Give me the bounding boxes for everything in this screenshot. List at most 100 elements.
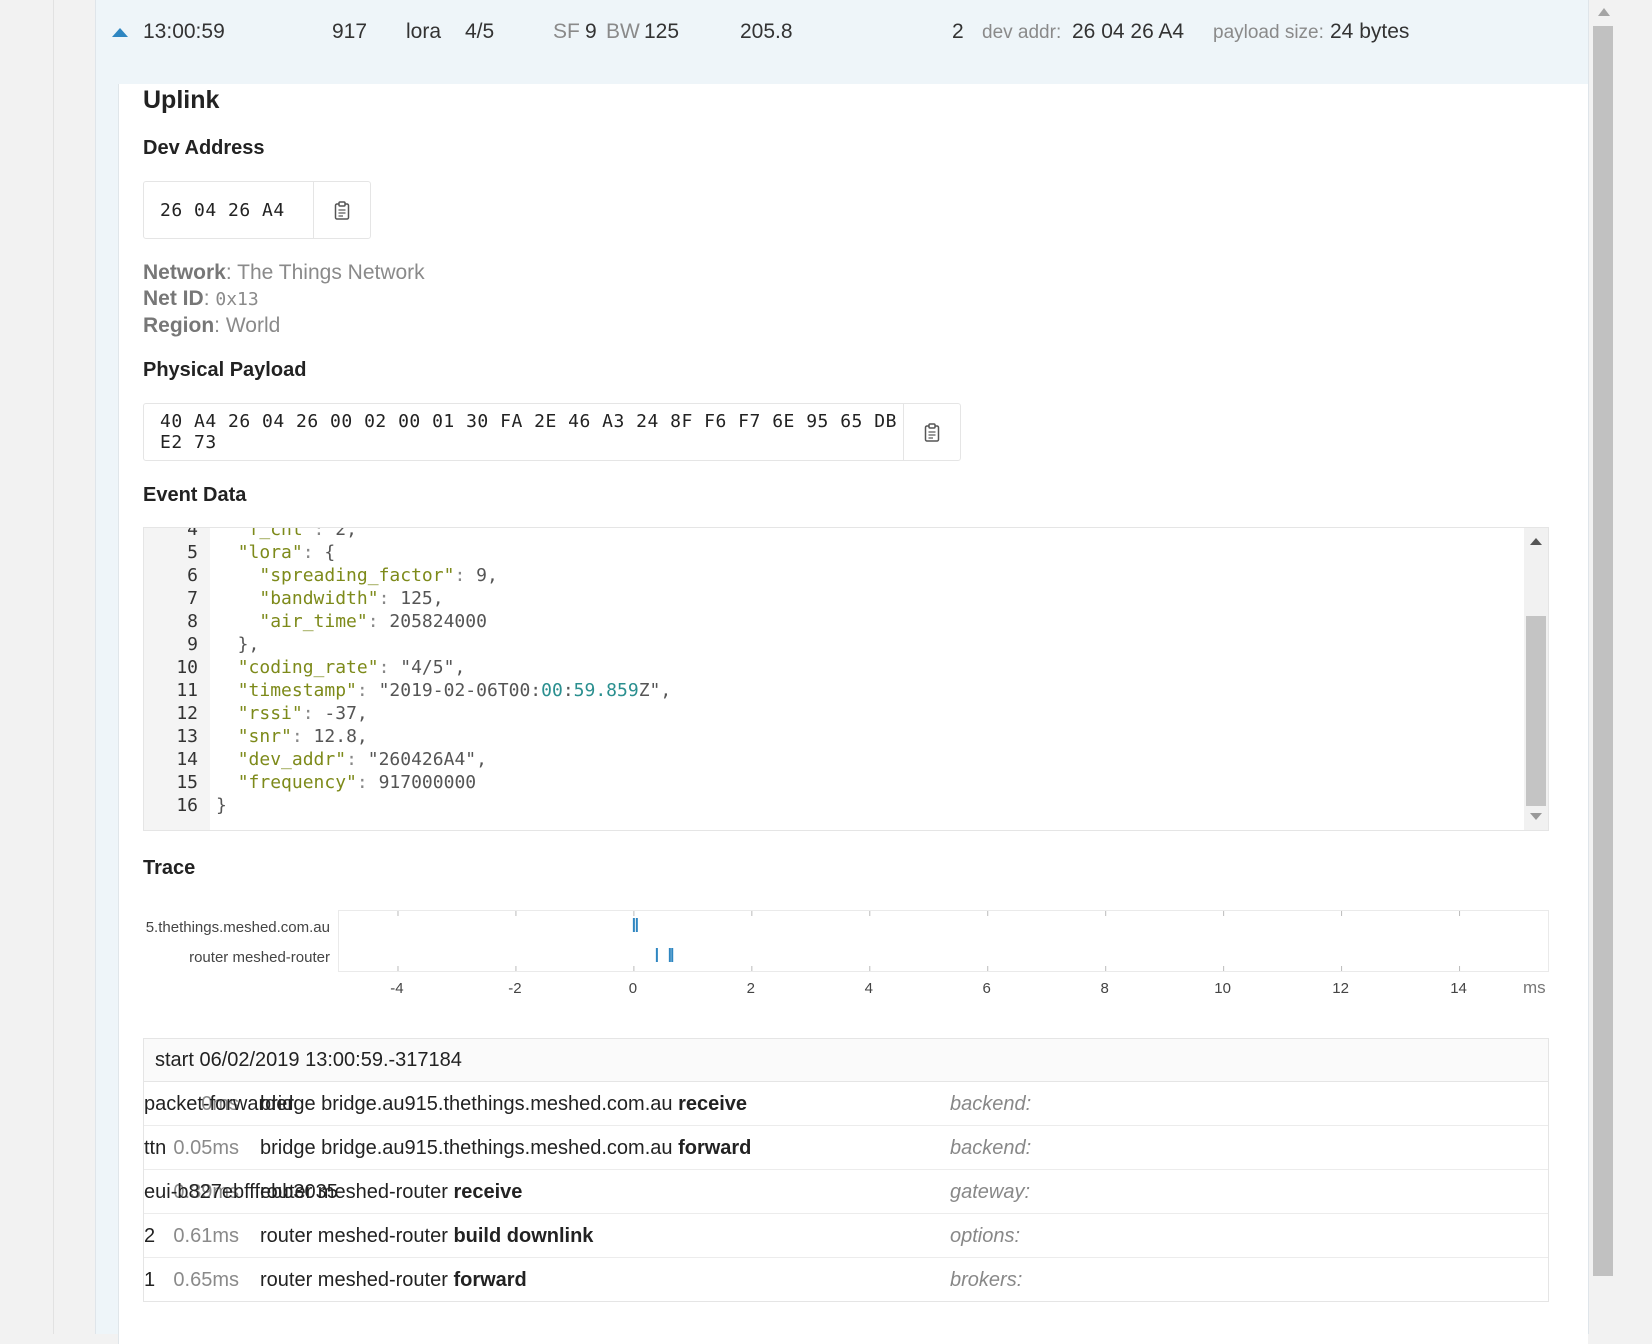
- summary-sf-value: 9: [585, 20, 597, 43]
- line-number: 10: [176, 657, 198, 678]
- region-line: Region: World: [143, 313, 425, 339]
- trace-event-mark[interactable]: [655, 948, 658, 962]
- trace-tick-label: 10: [1214, 980, 1231, 997]
- event-meta-key: backend:: [950, 1137, 1032, 1159]
- editor-scroll-thumb[interactable]: [1526, 616, 1546, 806]
- event-description: router meshed-router forward: [260, 1269, 527, 1292]
- line-number: 13: [176, 726, 198, 747]
- line-number: 6: [187, 565, 198, 586]
- trace-tick-label: 2: [746, 980, 755, 997]
- region-label: Region: [143, 314, 215, 337]
- line-number: 9: [187, 634, 198, 655]
- summary-time: 13:00:59: [143, 20, 225, 43]
- code-text: "snr": 12.8,: [237, 726, 368, 747]
- scroll-up-icon[interactable]: [1598, 8, 1610, 16]
- code-text: "bandwidth": 125,: [259, 588, 444, 609]
- code-text: "air_time": 205824000: [259, 611, 487, 632]
- summary-modulation: lora: [406, 20, 442, 43]
- trace-tick-label: 8: [1100, 980, 1109, 997]
- editor-scrollbar[interactable]: [1524, 528, 1548, 830]
- clipboard-icon: [334, 200, 350, 220]
- event-action: forward: [678, 1137, 752, 1159]
- netid-value: 0x13: [215, 289, 259, 310]
- code-text: "spreading_factor": 9,: [259, 565, 498, 586]
- event-meta-value: packet-forwarder: [144, 1093, 295, 1115]
- code-text: },: [216, 634, 260, 655]
- summary-payload-size: 24 bytes: [1330, 20, 1410, 43]
- summary-bw-label: BW: [606, 20, 640, 43]
- code-text: "f_cnt": 2,: [237, 527, 357, 540]
- event-meta-key: gateway:: [950, 1181, 1031, 1203]
- left-pane: [0, 0, 54, 1334]
- summary-coding-rate: 4/5: [465, 20, 495, 43]
- event-time: 0.65ms: [173, 1269, 239, 1291]
- dev-address-copy-button[interactable]: [313, 182, 370, 238]
- event-meta-key: backend:: [950, 1093, 1032, 1115]
- event-component: bridge bridge.au915.thethings.meshed.com…: [260, 1137, 673, 1159]
- trace-event-row: 0.61ms router meshed-router build downlin…: [144, 1214, 1548, 1258]
- trace-tick-label: 14: [1450, 980, 1467, 997]
- trace-event-mark[interactable]: [632, 918, 635, 932]
- event-component: bridge bridge.au915.thethings.meshed.com…: [260, 1093, 673, 1115]
- scroll-down-icon[interactable]: [1530, 813, 1542, 820]
- code-text: "rssi": -37,: [237, 703, 368, 724]
- scroll-up-icon[interactable]: [1530, 538, 1542, 545]
- code-text: "coding_rate": "4/5",: [237, 657, 466, 678]
- trace-heading: Trace: [143, 857, 196, 879]
- line-number: 14: [176, 749, 198, 770]
- trace-event-mark[interactable]: [671, 948, 674, 962]
- page-scrollbar[interactable]: [1590, 0, 1617, 1334]
- trace-tick-label: -4: [390, 980, 404, 997]
- trace-start: start 06/02/2019 13:00:59.-317184: [144, 1039, 1548, 1082]
- physical-payload-box: 40 A4 26 04 26 00 02 00 01 30 FA 2E 46 A…: [143, 403, 961, 461]
- event-description: router meshed-router build downlink: [260, 1225, 593, 1248]
- trace-event-mark[interactable]: [668, 948, 671, 962]
- network-label: Network: [143, 261, 226, 284]
- line-number: 12: [176, 703, 198, 724]
- event-meta-key: brokers:: [950, 1269, 1023, 1291]
- line-number: 8: [187, 611, 198, 632]
- uplink-summary-row[interactable]: 13:00:59 917 lora 4/5 SF 9 BW 125 205.8 …: [95, 0, 1587, 64]
- code-text: "frequency": 917000000: [237, 772, 477, 793]
- page-scroll-thumb[interactable]: [1593, 26, 1613, 1276]
- trace-tick-label: 4: [864, 980, 873, 997]
- event-meta-value: eui-b827ebfffebb3035: [144, 1181, 338, 1203]
- chevron-up-icon[interactable]: [112, 28, 128, 37]
- event-action: build downlink: [453, 1225, 594, 1247]
- line-number: 11: [176, 680, 198, 701]
- code-text: "timestamp": "2019-02-06T00:00:59.859Z",: [237, 680, 672, 701]
- uplink-title: Uplink: [143, 86, 220, 114]
- event-description: bridge bridge.au915.thethings.meshed.com…: [260, 1137, 751, 1160]
- event-meta-value: ttn: [144, 1137, 167, 1159]
- summary-bw-value: 125: [644, 20, 680, 43]
- trace-event-mark[interactable]: [635, 918, 638, 932]
- code-text: "dev_addr": "260426A4",: [237, 749, 487, 770]
- summary-dev-addr-label: dev addr:: [982, 22, 1062, 43]
- trace-tick-label: 0: [628, 980, 638, 997]
- trace-plot[interactable]: [338, 910, 1549, 972]
- trace-event-row: 0ms bridge bridge.au915.thethings.meshed.…: [144, 1082, 1548, 1126]
- event-data-editor[interactable]: 4 "f_cnt": 2, 5 "lora": {6 "spreading_fac…: [143, 527, 1549, 831]
- trace-events-table: start 06/02/2019 13:00:59.-317184 0ms bri…: [143, 1038, 1549, 1302]
- summary-dev-addr: 26 04 26 A4: [1072, 20, 1185, 43]
- event-description: bridge bridge.au915.thethings.meshed.com…: [260, 1093, 747, 1116]
- summary-frequency: 917: [332, 20, 368, 43]
- dev-address-box: 26 04 26 A4: [143, 181, 371, 239]
- network-value: : The Things Network: [225, 261, 425, 284]
- dev-address-value[interactable]: 26 04 26 A4: [144, 200, 313, 221]
- event-meta-key: options:: [950, 1225, 1021, 1247]
- line-number: 16: [176, 795, 198, 816]
- physical-payload-copy-button[interactable]: [903, 404, 960, 460]
- clipboard-icon: [924, 422, 940, 442]
- trace-tick-label: -2: [508, 980, 522, 997]
- code-text: "lora": {: [237, 542, 336, 563]
- summary-counter: 2: [952, 20, 964, 43]
- physical-payload-value[interactable]: 40 A4 26 04 26 00 02 00 01 30 FA 2E 46 A…: [144, 411, 903, 453]
- trace-event-row: 0.05ms bridge bridge.au915.thethings.mesh…: [144, 1126, 1548, 1170]
- trace-event-row: 0.65ms router meshed-router forward broker…: [144, 1258, 1548, 1301]
- trace-tick-label: 6: [982, 980, 991, 997]
- network-line: Network: The Things Network: [143, 260, 425, 286]
- line-number: 15: [176, 772, 198, 793]
- event-action: receive: [678, 1093, 748, 1115]
- line-number: 4: [187, 527, 198, 540]
